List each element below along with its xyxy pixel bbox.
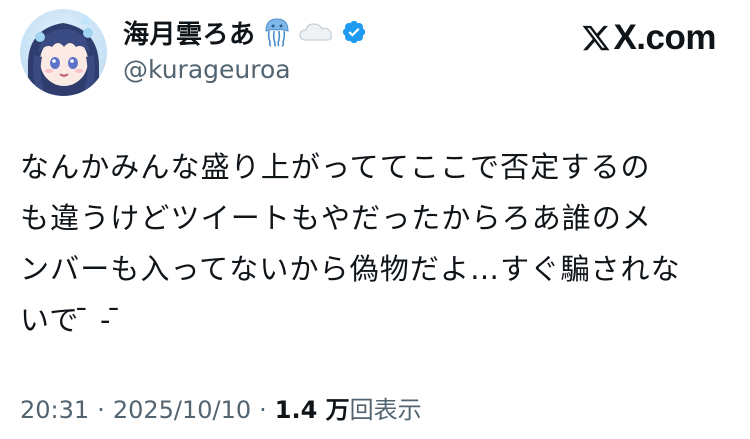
tweet-text-line: ンバーも入ってないから偽物だよ…すぐ騙されな bbox=[20, 252, 681, 286]
tweet-text-line: なんかみんな盛り上がっててここで否定するの bbox=[20, 150, 651, 184]
tweet-text: なんかみんな盛り上がっててここで否定するの も違うけどツイートもやだったからろあ… bbox=[20, 142, 720, 346]
verified-badge-icon[interactable] bbox=[341, 19, 367, 45]
x-logo[interactable]: X.com bbox=[581, 18, 716, 58]
user-handle[interactable]: @kurageuroa bbox=[123, 55, 291, 84]
views-count[interactable]: 1.4 万 bbox=[275, 390, 350, 425]
avatar[interactable] bbox=[20, 9, 107, 96]
avatar-illustration bbox=[20, 9, 107, 96]
tweet-metadata: 20:31 · 2025/10/10 · 1.4 万 回表示 bbox=[20, 390, 422, 425]
tweet-card: 海月雲ろあ @kurageuroa X.com なんかみんな盛り上がっててここで… bbox=[0, 0, 750, 439]
author-name-row[interactable]: 海月雲ろあ bbox=[123, 14, 367, 50]
jellyfish-icon bbox=[263, 17, 291, 47]
meta-separator: · bbox=[259, 396, 267, 424]
meta-separator: · bbox=[97, 396, 105, 424]
x-icon bbox=[583, 25, 610, 51]
cloud-icon bbox=[298, 20, 334, 44]
views-label: 回表示 bbox=[349, 396, 422, 424]
tweet-text-line: いで ̄ ‐ ̄ bbox=[20, 303, 122, 337]
display-name[interactable]: 海月雲ろあ bbox=[123, 14, 256, 51]
tweet-text-line: も違うけどツイートもやだったからろあ誰のメ bbox=[20, 201, 653, 235]
tweet-date[interactable]: 2025/10/10 bbox=[113, 396, 251, 424]
brand-text: X.com bbox=[613, 18, 716, 57]
tweet-time[interactable]: 20:31 bbox=[20, 396, 89, 424]
